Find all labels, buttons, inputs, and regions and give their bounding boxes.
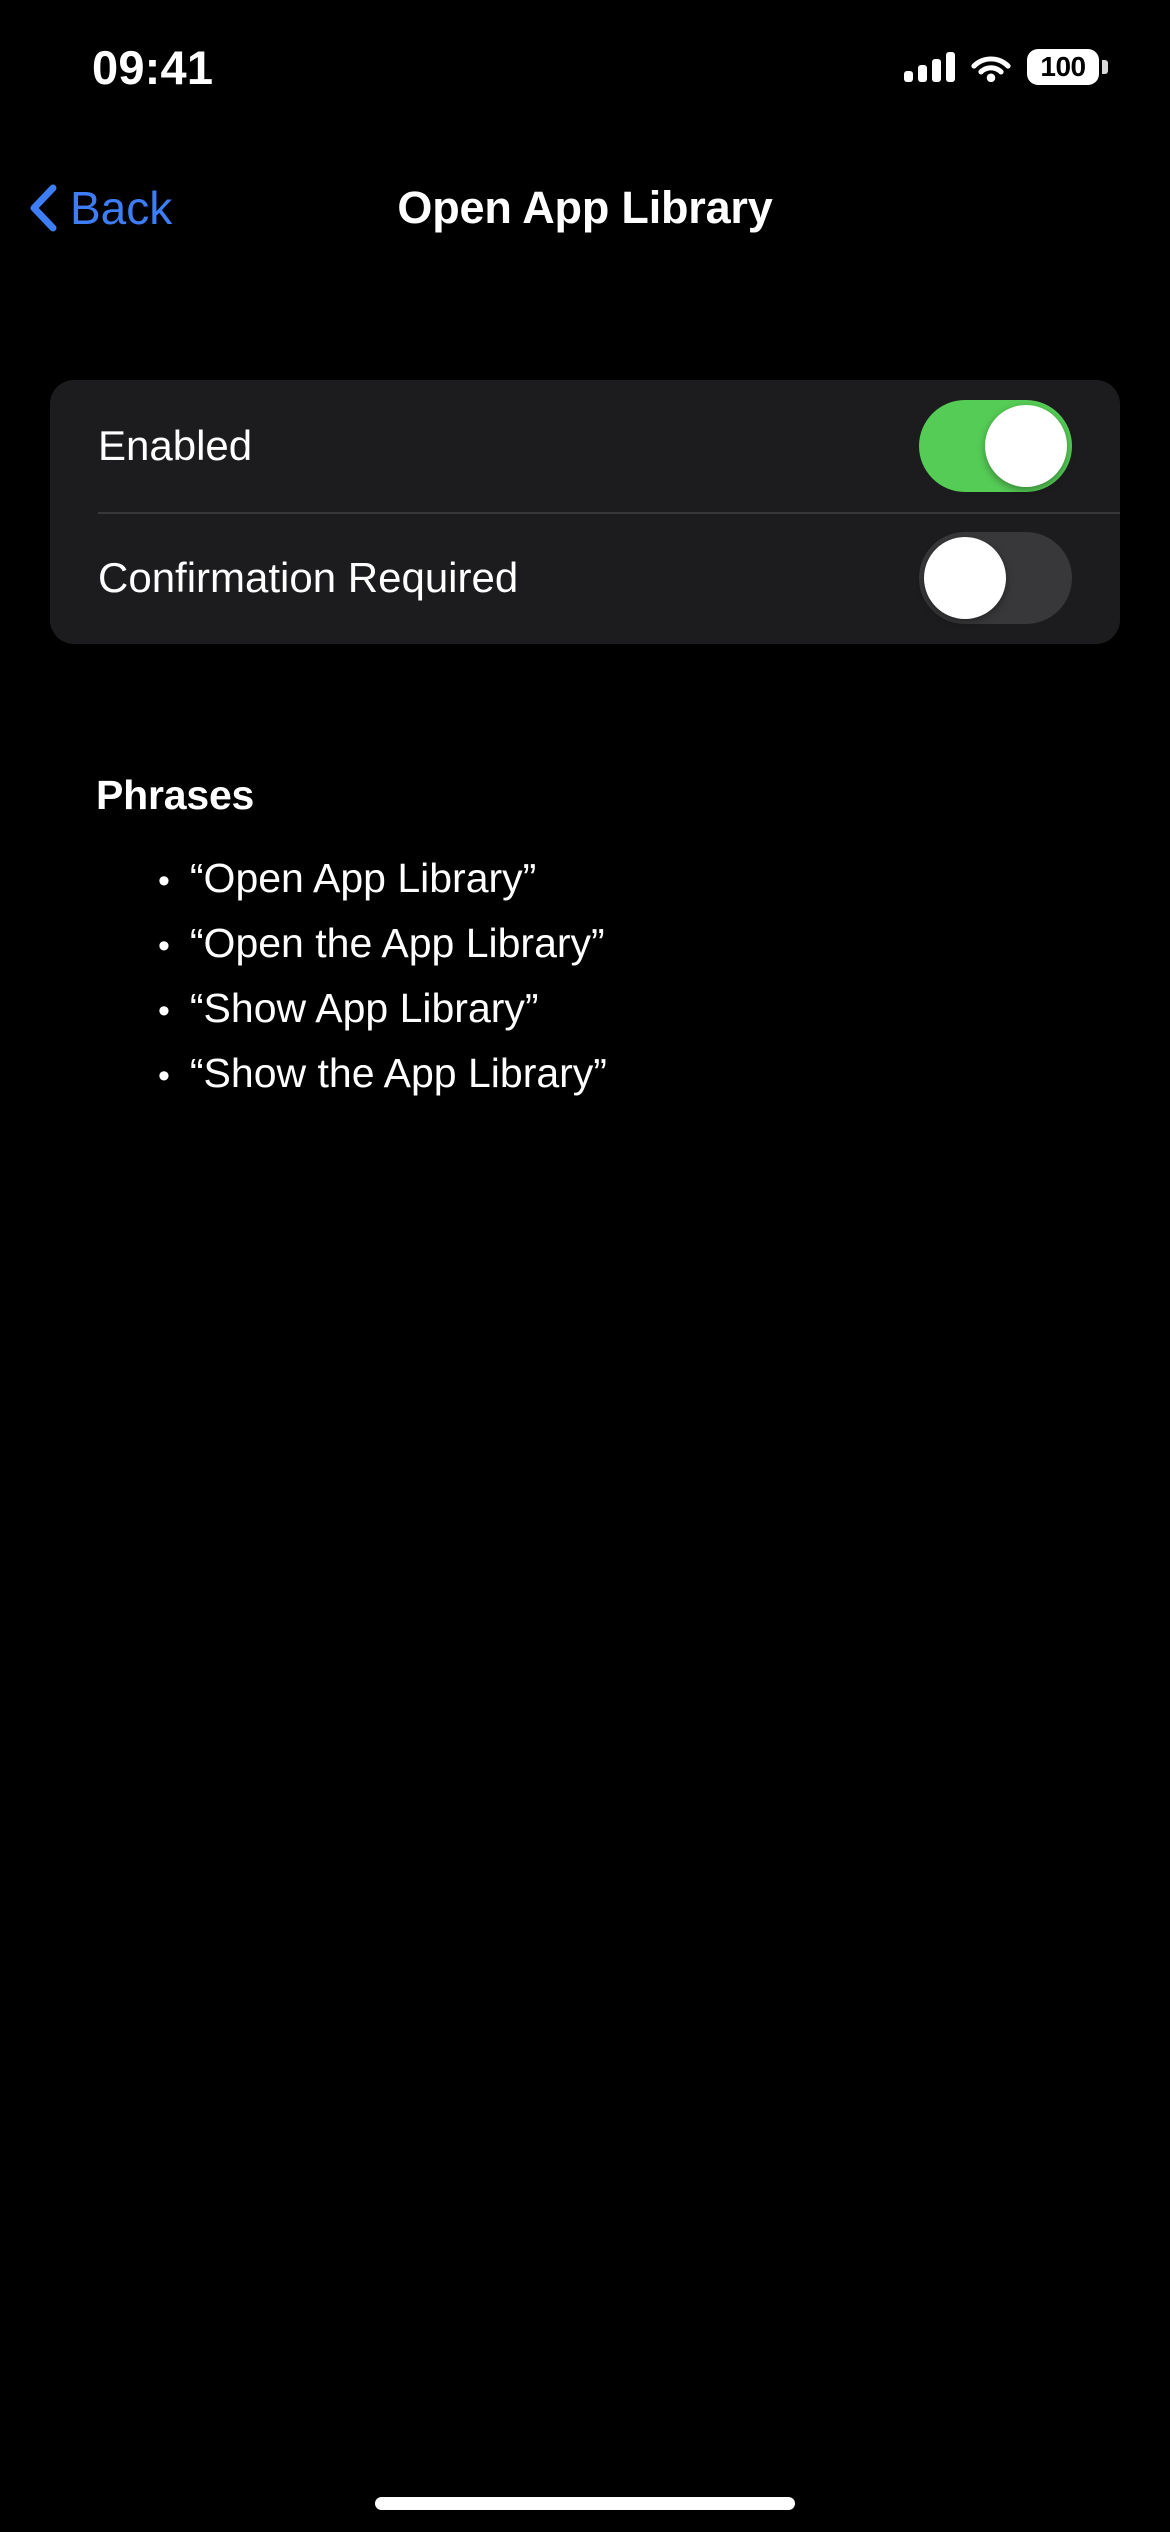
settings-row-label: Confirmation Required [98, 554, 519, 601]
battery-cap [1102, 60, 1108, 74]
phrases-heading: Phrases [96, 772, 255, 818]
toggle-knob [985, 405, 1067, 487]
chevron-left-icon [26, 183, 60, 233]
phrase-text: “Show App Library” [189, 985, 539, 1031]
confirmation-required-toggle[interactable] [919, 532, 1072, 624]
bullet-icon: • [158, 927, 170, 965]
battery-level-label: 100 [1040, 51, 1086, 82]
enabled-toggle[interactable] [919, 400, 1072, 492]
settings-row-label: Enabled [98, 422, 253, 469]
settings-row-enabled[interactable]: Enabled [50, 380, 1120, 512]
bullet-icon: • [158, 992, 170, 1030]
navigation-bar: Back Open App Library [0, 160, 1170, 256]
list-item: • “Open App Library” [158, 846, 1076, 911]
status-bar: 09:41 100 [0, 0, 1170, 112]
cellular-signal-icon [904, 52, 955, 82]
list-item: • “Open the App Library” [158, 911, 1076, 976]
bullet-icon: • [158, 862, 170, 900]
battery-icon: 100 [1027, 49, 1108, 85]
phrases-section: Phrases • “Open App Library” • “Open the… [96, 775, 1076, 1106]
phrases-list: • “Open App Library” • “Open the App Lib… [96, 846, 1076, 1106]
list-item: • “Show App Library” [158, 976, 1076, 1041]
phrase-text: “Open App Library” [189, 855, 537, 901]
bullet-icon: • [158, 1057, 170, 1095]
page-title: Open App Library [397, 182, 773, 233]
battery-body: 100 [1027, 49, 1099, 85]
status-bar-indicators: 100 [904, 49, 1108, 85]
toggle-knob [924, 537, 1006, 619]
phrase-text: “Open the App Library” [189, 920, 605, 966]
phrase-text: “Show the App Library” [189, 1050, 607, 1096]
back-button[interactable]: Back [26, 183, 172, 233]
settings-card: Enabled Confirmation Required [50, 380, 1120, 644]
wifi-icon [971, 52, 1011, 82]
list-item: • “Show the App Library” [158, 1041, 1076, 1106]
settings-row-confirmation-required[interactable]: Confirmation Required [50, 512, 1120, 644]
status-bar-time: 09:41 [92, 40, 214, 94]
home-indicator[interactable] [375, 2497, 795, 2510]
back-button-label: Back [70, 182, 173, 234]
